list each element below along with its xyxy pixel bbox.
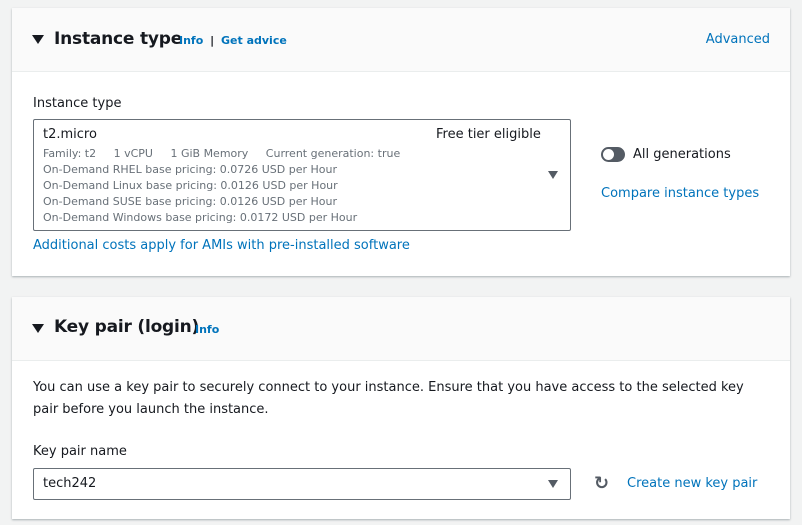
- separator: |: [210, 34, 215, 47]
- memory: 1 GiB Memory: [170, 147, 249, 160]
- additional-costs-link[interactable]: Additional costs apply for AMIs with pre…: [33, 238, 410, 253]
- info-link[interactable]: Info: [179, 34, 203, 47]
- all-generations-toggle[interactable]: All generations: [601, 147, 731, 162]
- info-link[interactable]: Info: [195, 323, 219, 336]
- pricing-windows: On-Demand Windows base pricing: 0.0172 U…: [43, 211, 358, 224]
- section-title: Instance type: [54, 29, 183, 49]
- family: Family: t2: [43, 147, 97, 160]
- vcpu: 1 vCPU: [113, 147, 153, 160]
- get-advice-link[interactable]: Get advice: [221, 34, 287, 47]
- instance-type-select[interactable]: t2.micro Free tier eligible Family: t2 1…: [33, 119, 571, 231]
- generation: Current generation: true: [265, 147, 401, 160]
- key-pair-description: You can use a key pair to securely conne…: [33, 380, 744, 417]
- advanced-link[interactable]: Advanced: [706, 32, 770, 47]
- pricing-rhel: On-Demand RHEL base pricing: 0.0726 USD …: [43, 163, 338, 176]
- toggle-switch[interactable]: [601, 147, 625, 162]
- key-pair-name-label: Key pair name: [33, 444, 127, 459]
- key-pair-panel: Key pair (login) Info You can use a key …: [12, 297, 790, 519]
- all-generations-label: All generations: [633, 147, 731, 162]
- free-tier-badge: Free tier eligible: [436, 127, 541, 142]
- collapse-triangle-icon[interactable]: [32, 324, 44, 333]
- pricing-linux: On-Demand Linux base pricing: 0.0126 USD…: [43, 179, 338, 192]
- section-title: Key pair (login): [54, 317, 200, 337]
- instance-details: Family: t2 1 vCPU 1 GiB Memory Current g…: [43, 146, 400, 162]
- selected-value: t2.micro: [43, 127, 97, 142]
- create-key-pair-link[interactable]: Create new key pair: [627, 476, 757, 491]
- instance-type-panel: Instance type Info | Get advice Advanced…: [12, 8, 790, 276]
- collapse-triangle-icon[interactable]: [32, 35, 44, 44]
- key-pair-header[interactable]: Key pair (login) Info: [12, 297, 790, 361]
- key-pair-select[interactable]: tech242: [33, 468, 571, 500]
- pricing-suse: On-Demand SUSE base pricing: 0.0126 USD …: [43, 195, 337, 208]
- compare-instance-types-link[interactable]: Compare instance types: [601, 186, 759, 201]
- chevron-down-icon: [548, 171, 558, 179]
- refresh-icon[interactable]: ↻: [594, 473, 609, 494]
- instance-type-header[interactable]: Instance type Info | Get advice Advanced: [12, 8, 790, 72]
- instance-type-label: Instance type: [33, 96, 122, 111]
- selected-value: tech242: [43, 476, 97, 491]
- chevron-down-icon: [548, 480, 558, 488]
